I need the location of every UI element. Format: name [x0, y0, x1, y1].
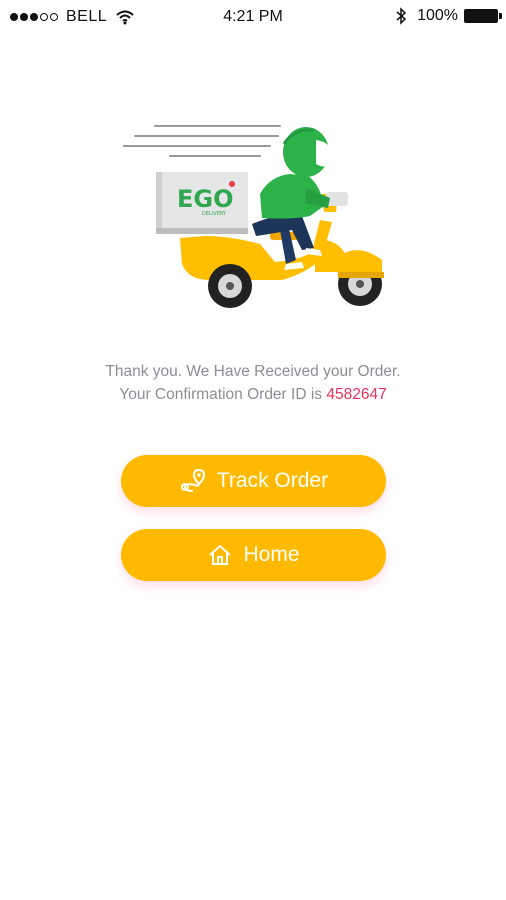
status-bar: BELL 4:21 PM 100%	[0, 0, 506, 34]
order-id-value: 4582647	[326, 386, 387, 403]
confirmation-message: Thank you. We Have Received your Order. …	[0, 360, 506, 406]
thank-you-text: Thank you. We Have Received your Order.	[105, 363, 401, 380]
status-right: 100%	[395, 7, 502, 25]
home-icon	[207, 543, 233, 567]
delivery-box: EGO DELIVERY	[156, 172, 248, 234]
order-id-label: Your Confirmation Order ID is	[119, 386, 327, 403]
speed-lines	[123, 125, 281, 157]
box-tagline: DELIVERY	[202, 211, 227, 217]
route-pin-icon	[179, 468, 207, 494]
battery-icon	[464, 9, 502, 23]
home-label: Home	[243, 543, 300, 566]
track-order-button[interactable]: Track Order	[121, 455, 386, 507]
track-order-label: Track Order	[216, 469, 329, 492]
battery-percent: 100%	[417, 7, 458, 24]
home-button[interactable]: Home	[121, 529, 386, 581]
bluetooth-icon	[396, 7, 407, 25]
delivery-scooter-illustration: EGO DELIVERY	[123, 125, 384, 308]
box-logo: EGO	[177, 185, 234, 213]
order-id-line: Your Confirmation Order ID is 4582647	[0, 383, 506, 406]
